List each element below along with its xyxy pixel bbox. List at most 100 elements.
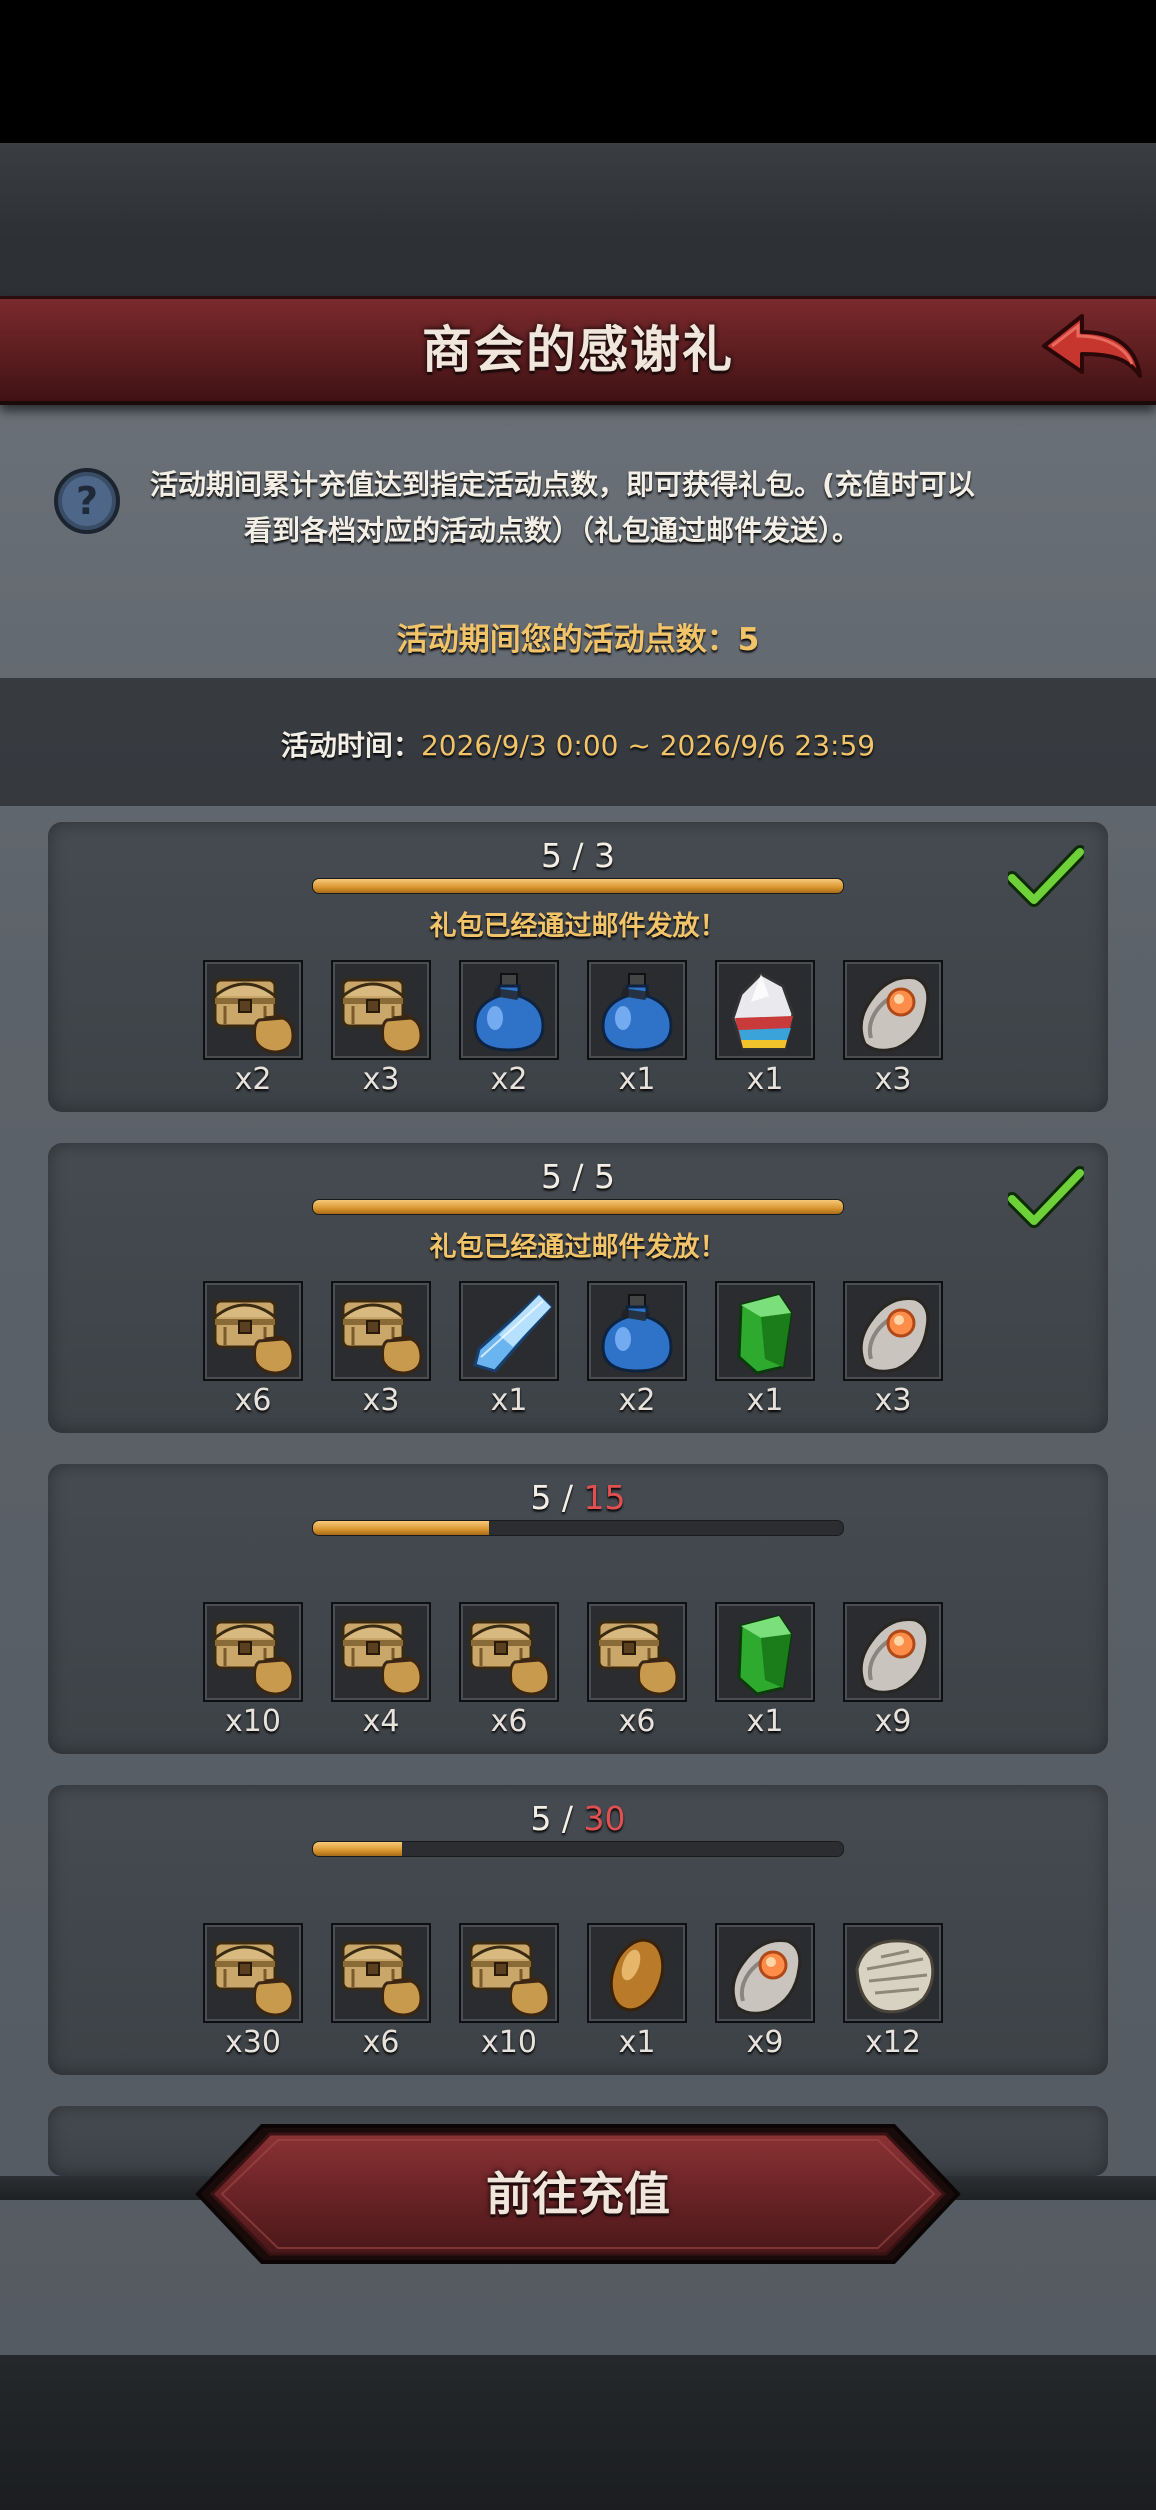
reward-item-quantity: x1 — [746, 1704, 784, 1739]
reward-item-slot — [203, 960, 303, 1060]
reward-item[interactable]: x12 — [843, 1923, 943, 2063]
reward-item-slot — [331, 1923, 431, 2023]
reward-item-quantity: x3 — [362, 1383, 400, 1418]
tier-progress-text: 5 / 15 — [48, 1478, 1108, 1517]
reward-item-quantity: x6 — [234, 1383, 272, 1418]
reward-item-slot — [843, 1281, 943, 1381]
reward-item[interactable]: x2 — [587, 1281, 687, 1421]
tier-current-points: 5 — [530, 1478, 552, 1517]
reward-item-quantity: x10 — [225, 1704, 281, 1739]
tier-progress-fill — [313, 1200, 843, 1214]
points-label: 活动期间您的活动点数： — [396, 622, 738, 658]
reward-item[interactable]: x6 — [459, 1602, 559, 1742]
reward-item[interactable]: x1 — [587, 960, 687, 1100]
reward-item[interactable]: x10 — [203, 1602, 303, 1742]
checkmark-icon — [1008, 845, 1084, 907]
tier-progress-bar — [312, 1841, 844, 1857]
reward-item-slot — [843, 1923, 943, 2023]
help-icon[interactable]: ? — [52, 466, 122, 536]
reward-item[interactable]: x9 — [843, 1602, 943, 1742]
tier-reward-items: x30 x6 x10 x1 x9 x12 — [203, 1923, 983, 2063]
reward-item[interactable]: x10 — [459, 1923, 559, 2063]
reward-item[interactable]: x1 — [715, 960, 815, 1100]
reward-item[interactable]: x6 — [587, 1602, 687, 1742]
tier-progress-fill — [313, 879, 843, 893]
tier-required-points: 5 — [594, 1157, 616, 1196]
chest-bag-icon — [341, 1941, 423, 2017]
reward-item[interactable]: x3 — [843, 1281, 943, 1421]
reward-item-quantity: x9 — [746, 2025, 784, 2060]
reward-item[interactable]: x2 — [203, 960, 303, 1100]
chest-bag-icon — [469, 1941, 551, 2017]
tier-claimed-message: 礼包已经通过邮件发放！ — [429, 1232, 727, 1263]
tier-reward-items: x2 x3 x2 x1 x1 x3 — [203, 960, 983, 1100]
reward-tier-card: 5 / 15 x10 x4 x6 x6 x1 x9 — [48, 1464, 1108, 1754]
reward-item-slot — [587, 960, 687, 1060]
reward-tier-card: 5 / 3 礼包已经通过邮件发放！ x2 x3 x2 x1 x1 x3 — [48, 822, 1108, 1112]
reward-item-quantity: x2 — [618, 1383, 656, 1418]
reward-item[interactable]: x3 — [331, 1281, 431, 1421]
reward-item-slot — [843, 960, 943, 1060]
points-summary: 活动期间您的活动点数：5 — [0, 614, 1156, 659]
chest-bag-icon — [213, 1620, 295, 1696]
points-value: 5 — [737, 622, 760, 658]
blue-crystal-icon — [473, 1292, 553, 1373]
reward-item-slot — [331, 960, 431, 1060]
potion-icon — [601, 973, 673, 1052]
reward-item-quantity: x1 — [746, 1383, 784, 1418]
reward-item-slot — [459, 1923, 559, 2023]
back-button[interactable] — [1036, 306, 1146, 386]
reward-item[interactable]: x1 — [587, 1923, 687, 2063]
ore-stone-icon — [859, 1617, 930, 1694]
event-time: 活动时间：2026/9/3 0:00 ~ 2026/9/6 23:59 — [0, 724, 1156, 764]
reward-item[interactable]: x3 — [843, 960, 943, 1100]
reward-item[interactable]: x1 — [459, 1281, 559, 1421]
reward-item-slot — [587, 1923, 687, 2023]
tier-progress-text: 5 / 3 — [48, 836, 1108, 875]
reward-item-quantity: x2 — [234, 1062, 272, 1097]
recharge-button[interactable] — [192, 2120, 964, 2268]
tier-current-points: 5 — [540, 836, 562, 875]
reward-item-quantity: x2 — [490, 1062, 528, 1097]
footer-area — [0, 2355, 1156, 2510]
back-arrow-icon — [1042, 314, 1142, 378]
reward-item[interactable]: x2 — [459, 960, 559, 1100]
reward-item-quantity: x12 — [865, 2025, 921, 2060]
tier-progress-bar — [312, 878, 844, 894]
tier-claimed-message: 礼包已经通过邮件发放！ — [429, 911, 727, 942]
reward-item[interactable]: x6 — [331, 1923, 431, 2063]
chest-bag-icon — [213, 1941, 295, 2017]
reward-item[interactable]: x1 — [715, 1281, 815, 1421]
reward-item[interactable]: x6 — [203, 1281, 303, 1421]
description-line-1: 活动期间累计充值达到指定活动点数，即可获得礼包。(充值时可以 — [150, 468, 975, 501]
time-value: 2026/9/3 0:00 ~ 2026/9/6 23:59 — [420, 729, 876, 762]
reward-item[interactable]: x3 — [331, 960, 431, 1100]
tier-required-points: 30 — [583, 1799, 626, 1838]
reward-tier-card: 5 / 5 礼包已经通过邮件发放！ x6 x3 x1 x2 x1 x3 — [48, 1143, 1108, 1433]
reward-item[interactable]: x9 — [715, 1923, 815, 2063]
chest-bag-icon — [469, 1620, 551, 1696]
tier-current-points: 5 — [530, 1799, 552, 1838]
reward-item-slot — [715, 1923, 815, 2023]
tier-progress-fill — [313, 1521, 490, 1535]
reward-item[interactable]: x1 — [715, 1602, 815, 1742]
checkmark-icon — [1008, 1166, 1084, 1228]
tier-current-points: 5 — [540, 1157, 562, 1196]
reward-item[interactable]: x4 — [331, 1602, 431, 1742]
reward-item-quantity: x1 — [746, 1062, 784, 1097]
tier-progress-text: 5 / 30 — [48, 1799, 1108, 1838]
ore-stone-icon — [731, 1938, 802, 2015]
reward-item-slot — [459, 1281, 559, 1381]
reward-item[interactable]: x30 — [203, 1923, 303, 2063]
reward-item-quantity: x1 — [618, 2025, 656, 2060]
tier-required-points: 3 — [594, 836, 616, 875]
reward-item-quantity: x30 — [225, 2025, 281, 2060]
reward-item-quantity: x6 — [362, 2025, 400, 2060]
reward-item-slot — [331, 1602, 431, 1702]
tier-progress-text: 5 / 5 — [48, 1157, 1108, 1196]
tier-progress-bar — [312, 1520, 844, 1536]
green-gem-icon — [737, 1293, 793, 1375]
reward-item-quantity: x3 — [874, 1062, 912, 1097]
time-label: 活动时间： — [280, 729, 421, 762]
green-gem-icon — [737, 1614, 793, 1696]
